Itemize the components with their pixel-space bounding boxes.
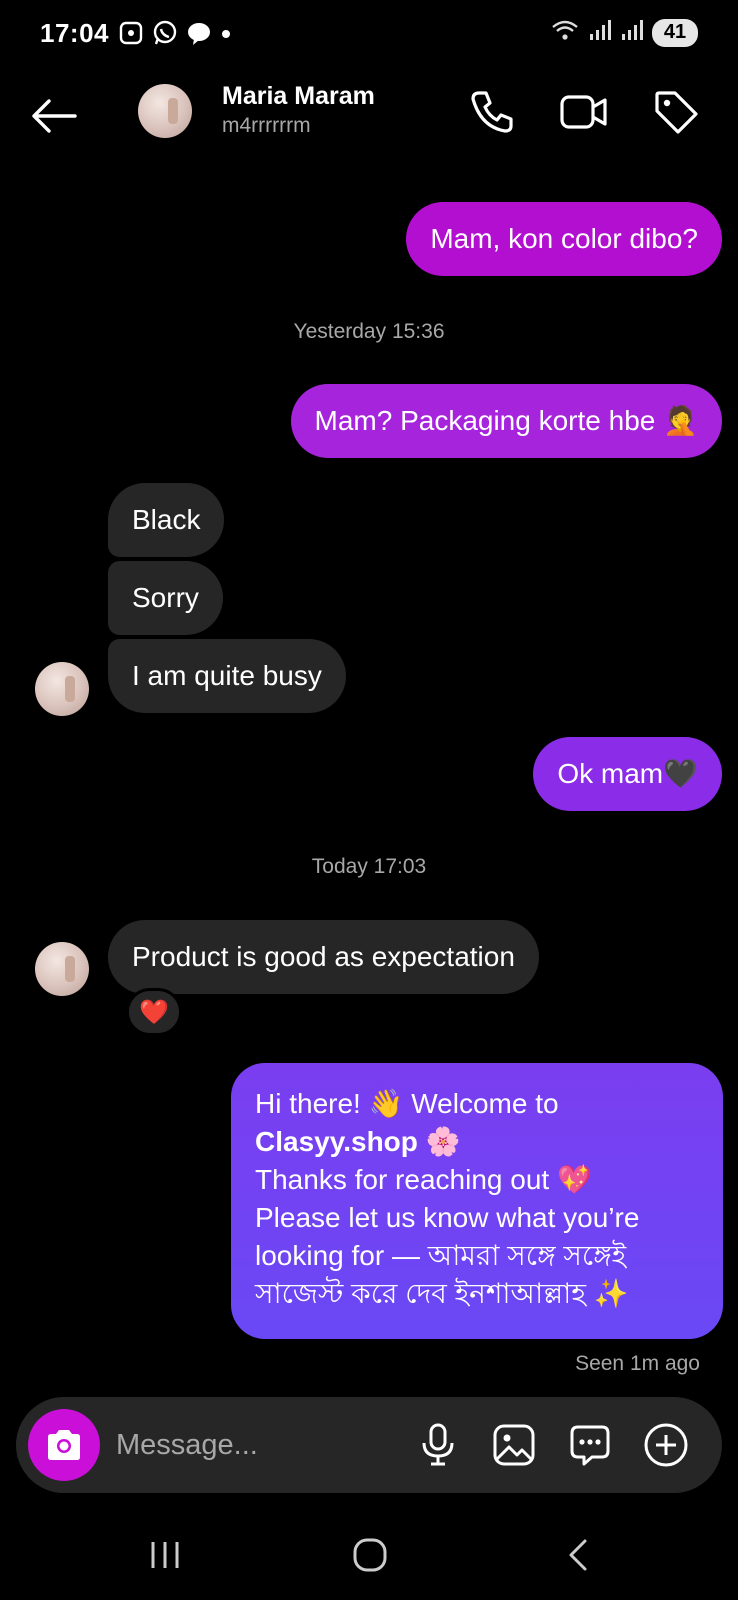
outgoing-message[interactable]: Mam? Packaging korte hbe 🤦 (290, 384, 722, 458)
incoming-message[interactable]: I am quite busy (108, 639, 346, 713)
screenshot-icon (118, 20, 144, 46)
gallery-button[interactable] (490, 1421, 538, 1469)
home-icon (353, 1538, 387, 1572)
home-button[interactable] (340, 1530, 400, 1580)
phone-icon (471, 91, 513, 133)
status-time: 17:04 (40, 18, 109, 48)
video-call-button[interactable] (558, 86, 610, 138)
brand-name: Clasyy.shop (255, 1126, 418, 1157)
welcome-line: Thanks for reaching out 💖 (255, 1164, 592, 1195)
sticker-button[interactable] (566, 1421, 614, 1469)
camera-icon (48, 1430, 80, 1460)
signal-icon (588, 18, 612, 47)
contact-avatar[interactable] (138, 84, 192, 138)
video-icon (560, 95, 607, 129)
notification-icons (118, 20, 232, 46)
seen-status: Seen 1m ago (575, 1352, 700, 1375)
status-bar: 17:04 41 (0, 0, 738, 70)
microphone-button[interactable] (414, 1421, 462, 1469)
tag-icon (655, 91, 698, 134)
brand-emoji: 🌸 (425, 1126, 461, 1157)
signal-icon (620, 18, 644, 47)
timestamp: Today 17:03 (311, 855, 427, 878)
outgoing-message[interactable]: Mam, kon color dibo? (406, 202, 722, 276)
battery-indicator: 41 (652, 18, 698, 47)
contact-username[interactable]: m4rrrrrrm (222, 114, 311, 138)
back-arrow-icon (32, 99, 77, 133)
message-composer (16, 1397, 722, 1493)
messenger-icon (186, 20, 212, 46)
sender-avatar[interactable] (35, 662, 89, 716)
back-nav-button[interactable] (548, 1530, 608, 1580)
incoming-message[interactable]: Product is good as expectation (108, 920, 539, 994)
welcome-message[interactable]: Hi there! 👋 Welcome to Clasyy.shop 🌸 Tha… (231, 1063, 723, 1339)
message-input[interactable] (116, 1421, 396, 1469)
dot-icon (220, 20, 232, 46)
chat-header: Maria Maram m4rrrrrrm (0, 70, 738, 180)
gallery-icon (493, 1424, 535, 1466)
timestamp: Yesterday 15:36 (293, 320, 445, 343)
heart-reaction[interactable]: ❤️ (126, 988, 182, 1036)
sender-avatar[interactable] (35, 942, 89, 996)
more-actions-button[interactable] (642, 1421, 690, 1469)
sticker-icon (570, 1425, 610, 1466)
incoming-message[interactable]: Black (108, 483, 225, 557)
recent-apps-icon (151, 1542, 179, 1568)
recent-apps-button[interactable] (135, 1530, 195, 1580)
system-icons: 41 (550, 18, 698, 47)
welcome-brand-line: Clasyy.shop 🌸 (255, 1123, 699, 1161)
welcome-line: সাজেস্ট করে দেব ইনশাআল্লাহ ✨ (255, 1278, 629, 1309)
outgoing-message[interactable]: Ok mam🖤 (533, 737, 722, 811)
back-button[interactable] (28, 90, 80, 142)
whatsapp-icon (152, 20, 178, 46)
welcome-line: Hi there! 👋 Welcome to (255, 1088, 559, 1119)
camera-button[interactable] (28, 1409, 100, 1481)
chevron-left-icon (569, 1539, 587, 1571)
plus-icon (644, 1423, 688, 1467)
voice-call-button[interactable] (466, 86, 518, 138)
wifi-icon (550, 18, 580, 47)
welcome-line: Please let us know what you’re (255, 1202, 640, 1233)
contact-name[interactable]: Maria Maram (222, 82, 375, 111)
tag-button[interactable] (650, 86, 702, 138)
incoming-message[interactable]: Sorry (108, 561, 223, 635)
welcome-line: looking for — আমরা সঙ্গে সঙ্গেই (255, 1240, 627, 1271)
system-navigation-bar (0, 1520, 738, 1600)
microphone-icon (422, 1423, 454, 1466)
